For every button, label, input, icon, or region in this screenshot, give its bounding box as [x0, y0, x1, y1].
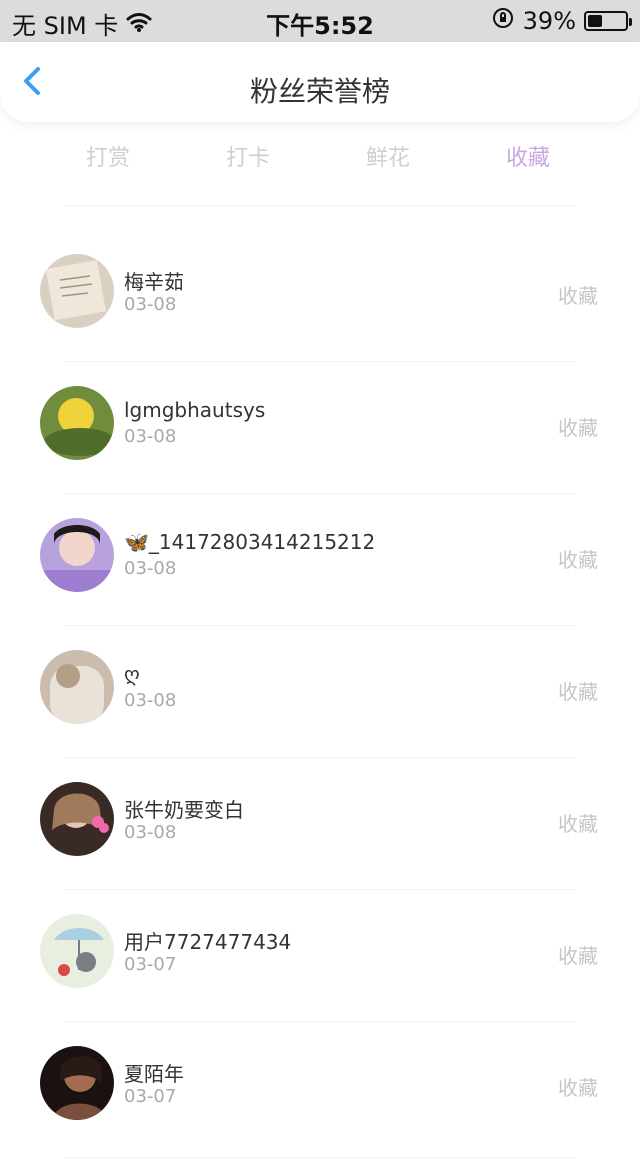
status-bar: 无 SIM 卡 下午5:52 39% [0, 0, 640, 42]
avatar [40, 254, 114, 328]
tab-flowers[interactable]: 鲜花 [328, 140, 448, 172]
fan-name: 夏陌年 [124, 1062, 184, 1086]
battery-level [588, 15, 602, 27]
avatar [40, 914, 114, 988]
fan-date: 03-07 [124, 1086, 177, 1107]
fan-name: 用户7727477434 [124, 930, 292, 954]
tab-divider [64, 205, 576, 206]
favorite-label: 收藏 [558, 812, 598, 836]
tab-bar: 打赏 打卡 鲜花 收藏 [0, 130, 640, 186]
fan-date: 03-08 [124, 426, 177, 447]
tab-reward[interactable]: 打赏 [48, 140, 168, 172]
list-item[interactable]: lgmgbhautsys 03-08 收藏 [0, 362, 640, 494]
page-title: 粉丝荣誉榜 [249, 75, 390, 108]
fan-date: 03-08 [124, 558, 177, 579]
list-item[interactable]: 张牛奶要变白 03-08 收藏 [0, 758, 640, 890]
avatar [40, 386, 114, 460]
avatar [40, 1046, 114, 1120]
rotation-lock-icon [491, 6, 515, 36]
favorite-label: 收藏 [558, 1076, 598, 1100]
avatar [40, 782, 114, 856]
fan-date: 03-08 [124, 690, 177, 711]
favorite-label: 收藏 [558, 944, 598, 968]
battery-percent: 39% [522, 7, 576, 35]
list-item[interactable]: ღ 03-08 收藏 [0, 626, 640, 758]
battery-icon [584, 11, 632, 31]
fan-name: 梅辛茹 [124, 270, 184, 294]
list-item[interactable]: 梅辛茹 03-08 收藏 [0, 230, 640, 362]
list-item[interactable]: 🦋_14172803414215212 03-08 收藏 [0, 494, 640, 626]
fan-name: lgmgbhautsys [124, 398, 266, 422]
avatar [40, 650, 114, 724]
status-right: 39% [491, 6, 632, 36]
fan-date: 03-07 [124, 954, 177, 975]
favorite-label: 收藏 [558, 284, 598, 308]
list-item[interactable]: 用户7727477434 03-07 收藏 [0, 890, 640, 1022]
fan-name: 🦋_14172803414215212 [124, 530, 376, 554]
tab-favorites[interactable]: 收藏 [468, 140, 588, 172]
favorite-label: 收藏 [558, 416, 598, 440]
fan-list: 梅辛茹 03-08 收藏 lgmgbhautsys 03-08 收藏 🦋_141… [0, 230, 640, 1158]
fan-name: ღ [124, 662, 140, 686]
favorite-label: 收藏 [558, 680, 598, 704]
favorite-label: 收藏 [558, 548, 598, 572]
tab-checkin[interactable]: 打卡 [188, 140, 308, 172]
fan-date: 03-08 [124, 294, 177, 315]
avatar [40, 518, 114, 592]
navigation-header: 粉丝荣誉榜 [0, 42, 640, 122]
fan-date: 03-08 [124, 822, 177, 843]
fan-name: 张牛奶要变白 [124, 798, 244, 822]
list-item[interactable]: 夏陌年 03-07 收藏 [0, 1022, 640, 1158]
